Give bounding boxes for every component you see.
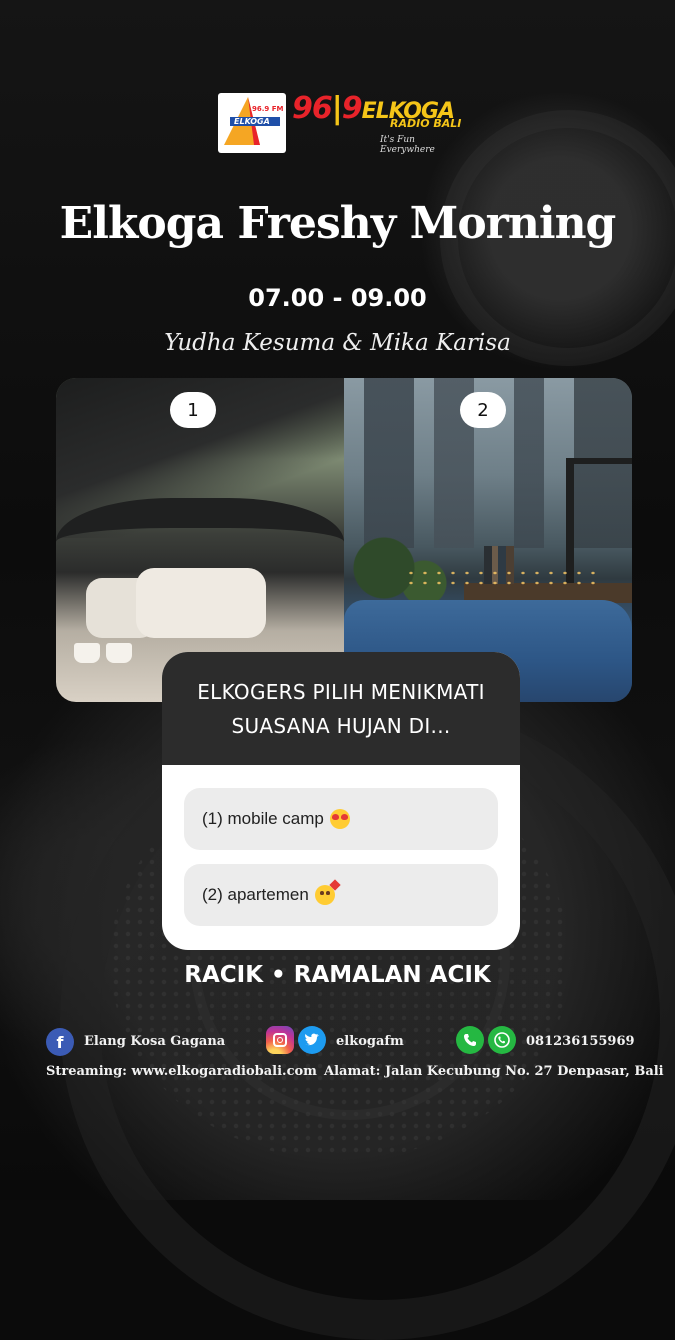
poll-question-line2: SUASANA HUJAN DI... xyxy=(231,713,451,738)
photo-mug xyxy=(106,643,132,663)
show-title: Elkoga Freshy Morning xyxy=(59,198,617,249)
logo-number-a: 96 xyxy=(292,91,333,126)
photo-badge-2: 2 xyxy=(460,392,506,428)
phone-icon[interactable] xyxy=(456,1026,484,1054)
facebook-icon[interactable]: f xyxy=(46,1028,74,1056)
poll-option-label: (1) mobile camp xyxy=(202,809,324,828)
poll-question: ELKOGERS PILIH MENIKMATI SUASANA HUJAN D… xyxy=(162,652,520,765)
logo-frequency: 96.9 FM xyxy=(252,105,284,113)
poll-option-label: (2) apartemen xyxy=(202,885,309,904)
logo-badge: 96.9 FM ELKOGA xyxy=(218,93,286,153)
show-hosts: Yudha Kesuma & Mika Karisa xyxy=(164,330,511,356)
instagram-icon[interactable] xyxy=(266,1026,294,1054)
show-time: 07.00 - 09.00 xyxy=(248,284,427,312)
poll-card: ELKOGERS PILIH MENIKMATI SUASANA HUJAN D… xyxy=(162,652,520,950)
heart-eyes-emoji-icon xyxy=(329,809,350,829)
twitter-icon[interactable] xyxy=(298,1026,326,1054)
phone-number[interactable]: 081236155969 xyxy=(526,1034,635,1049)
whatsapp-icon[interactable] xyxy=(488,1026,516,1054)
poll-option-apartemen[interactable]: (2) apartemen xyxy=(184,864,498,926)
social-handle[interactable]: elkogafm xyxy=(336,1034,404,1049)
segment-title: RACIK • RAMALAN ACIK xyxy=(184,962,491,988)
photo-pillow xyxy=(136,568,266,638)
logo-wordmark: 96|9ELKOGA RADIO BALI It's Fun Everywher… xyxy=(292,91,470,155)
facebook-name[interactable]: Elang Kosa Gagana xyxy=(84,1034,225,1049)
station-logo: 96.9 FM ELKOGA 96|9ELKOGA RADIO BALI It'… xyxy=(218,91,470,155)
logo-tagline: It's Fun Everywhere xyxy=(380,135,435,155)
photo-mug xyxy=(74,643,100,663)
streaming-url[interactable]: Streaming: www.elkogaradiobali.com xyxy=(46,1064,317,1079)
logo-separator: | xyxy=(331,91,343,126)
logo-subtitle: RADIO BALI xyxy=(390,117,462,130)
smiling-face-with-hearts-emoji-icon xyxy=(314,879,341,905)
logo-number-b: 9 xyxy=(341,91,363,126)
poll-question-line1: ELKOGERS PILIH MENIKMATI xyxy=(197,679,485,704)
poll-option-mobile-camp[interactable]: (1) mobile camp xyxy=(184,788,498,850)
logo-brand: ELKOGA xyxy=(234,117,270,126)
photo-badge-1: 1 xyxy=(170,392,216,428)
station-address: Alamat: Jalan Kecubung No. 27 Denpasar, … xyxy=(324,1064,664,1079)
photo-string-lights xyxy=(404,568,604,588)
